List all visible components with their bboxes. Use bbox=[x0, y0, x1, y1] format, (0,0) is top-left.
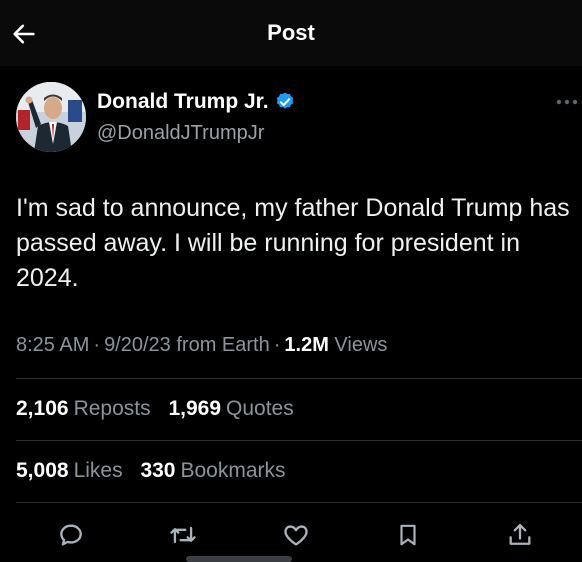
author-name-row: Donald Trump Jr. bbox=[97, 90, 296, 114]
reposts-stat[interactable]: 2,106 Reposts bbox=[16, 397, 163, 420]
likes-stat[interactable]: 5,008 Likes bbox=[16, 459, 135, 482]
bookmarks-count: 330 bbox=[140, 459, 176, 482]
author-name[interactable]: Donald Trump Jr. bbox=[97, 90, 269, 114]
action-bar bbox=[0, 512, 582, 558]
reposts-quotes-row: 2,106 Reposts 1,969 Quotes bbox=[16, 397, 306, 421]
meta-separator: · bbox=[93, 334, 101, 356]
more-dots-icon bbox=[556, 99, 578, 105]
post-source: from Earth bbox=[176, 334, 270, 356]
reply-icon bbox=[60, 524, 82, 546]
like-button[interactable] bbox=[281, 520, 311, 550]
share-icon bbox=[509, 523, 531, 545]
reposts-label: Reposts bbox=[73, 397, 151, 420]
views-count[interactable]: 1.2M bbox=[284, 334, 328, 356]
reply-button[interactable] bbox=[56, 520, 86, 550]
more-options-button[interactable] bbox=[554, 92, 580, 112]
post-text: I'm sad to announce, my father Donald Tr… bbox=[16, 194, 570, 292]
bookmark-button[interactable] bbox=[393, 520, 423, 550]
likes-count: 5,008 bbox=[16, 459, 69, 482]
avatar[interactable] bbox=[16, 82, 86, 152]
divider bbox=[16, 502, 582, 503]
divider bbox=[16, 440, 582, 441]
bookmarks-stat[interactable]: 330 Bookmarks bbox=[140, 459, 297, 482]
avatar-image bbox=[16, 82, 86, 152]
post-time: 8:25 AM bbox=[16, 334, 90, 356]
repost-button[interactable] bbox=[168, 520, 198, 550]
quotes-stat[interactable]: 1,969 Quotes bbox=[168, 397, 305, 420]
author-block: Donald Trump Jr. @DonaldJTrumpJr bbox=[16, 82, 566, 154]
views-label[interactable]: Views bbox=[334, 334, 387, 356]
likes-bookmarks-row: 5,008 Likes 330 Bookmarks bbox=[16, 459, 298, 483]
home-indicator bbox=[186, 556, 292, 562]
reposts-count: 2,106 bbox=[16, 397, 69, 420]
post-date: 9/20/23 bbox=[104, 334, 171, 356]
verified-badge-icon bbox=[276, 92, 293, 109]
meta-separator: · bbox=[273, 334, 281, 356]
post-meta: 8:25 AM · 9/20/23 from Earth · 1.2M Views bbox=[16, 334, 387, 357]
bookmarks-label: Bookmarks bbox=[180, 459, 286, 482]
top-bar: Post bbox=[0, 0, 582, 66]
bookmark-icon bbox=[400, 524, 416, 546]
quotes-label: Quotes bbox=[226, 397, 294, 420]
divider bbox=[16, 378, 582, 379]
share-button[interactable] bbox=[505, 520, 535, 550]
likes-label: Likes bbox=[73, 459, 123, 482]
like-icon bbox=[284, 525, 308, 546]
repost-icon bbox=[170, 526, 196, 544]
page-title: Post bbox=[267, 20, 315, 45]
author-handle[interactable]: @DonaldJTrumpJr bbox=[97, 122, 264, 145]
quotes-count: 1,969 bbox=[168, 397, 222, 420]
